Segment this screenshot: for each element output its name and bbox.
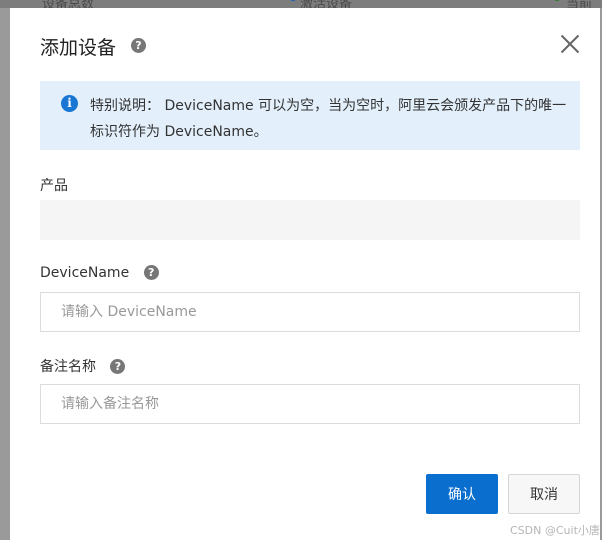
confirm-button[interactable]: 确认 <box>426 474 498 514</box>
dialog-title: 添加设备 <box>40 37 117 59</box>
device-name-input[interactable] <box>40 292 580 332</box>
remark-input[interactable] <box>40 384 580 424</box>
close-icon[interactable] <box>560 34 580 54</box>
product-label: 产品 <box>40 175 68 195</box>
background-page-left <box>0 8 10 540</box>
bg-active-dot <box>289 0 297 1</box>
question-circle-icon[interactable]: ? <box>131 38 146 53</box>
product-field <box>40 200 580 240</box>
remark-label-text: 备注名称 <box>40 359 96 375</box>
device-name-label-text: DeviceName <box>40 265 130 281</box>
watermark: CSDN @Cuit小唐 <box>510 524 600 537</box>
background-page-header: 设备总数 激活设备 当前 <box>0 0 602 12</box>
notice-text: 特别说明： DeviceName 可以为空，当为空时，阿里云会颁发产品下的唯一标… <box>90 98 567 140</box>
info-circle-icon: i <box>61 95 78 112</box>
question-circle-icon[interactable]: ? <box>143 264 159 280</box>
bg-online-dot <box>553 0 561 1</box>
add-device-dialog: 添加设备 ? i 特别说明： DeviceName 可以为空，当为空时，阿里云会… <box>10 8 600 540</box>
cancel-button[interactable]: 取消 <box>508 474 580 514</box>
remark-label: 备注名称 ? <box>40 356 126 376</box>
notice-banner: i 特别说明： DeviceName 可以为空，当为空时，阿里云会颁发产品下的唯… <box>40 81 580 150</box>
question-circle-icon[interactable]: ? <box>110 358 126 374</box>
product-label-text: 产品 <box>40 178 68 194</box>
device-name-label: DeviceName ? <box>40 264 159 281</box>
